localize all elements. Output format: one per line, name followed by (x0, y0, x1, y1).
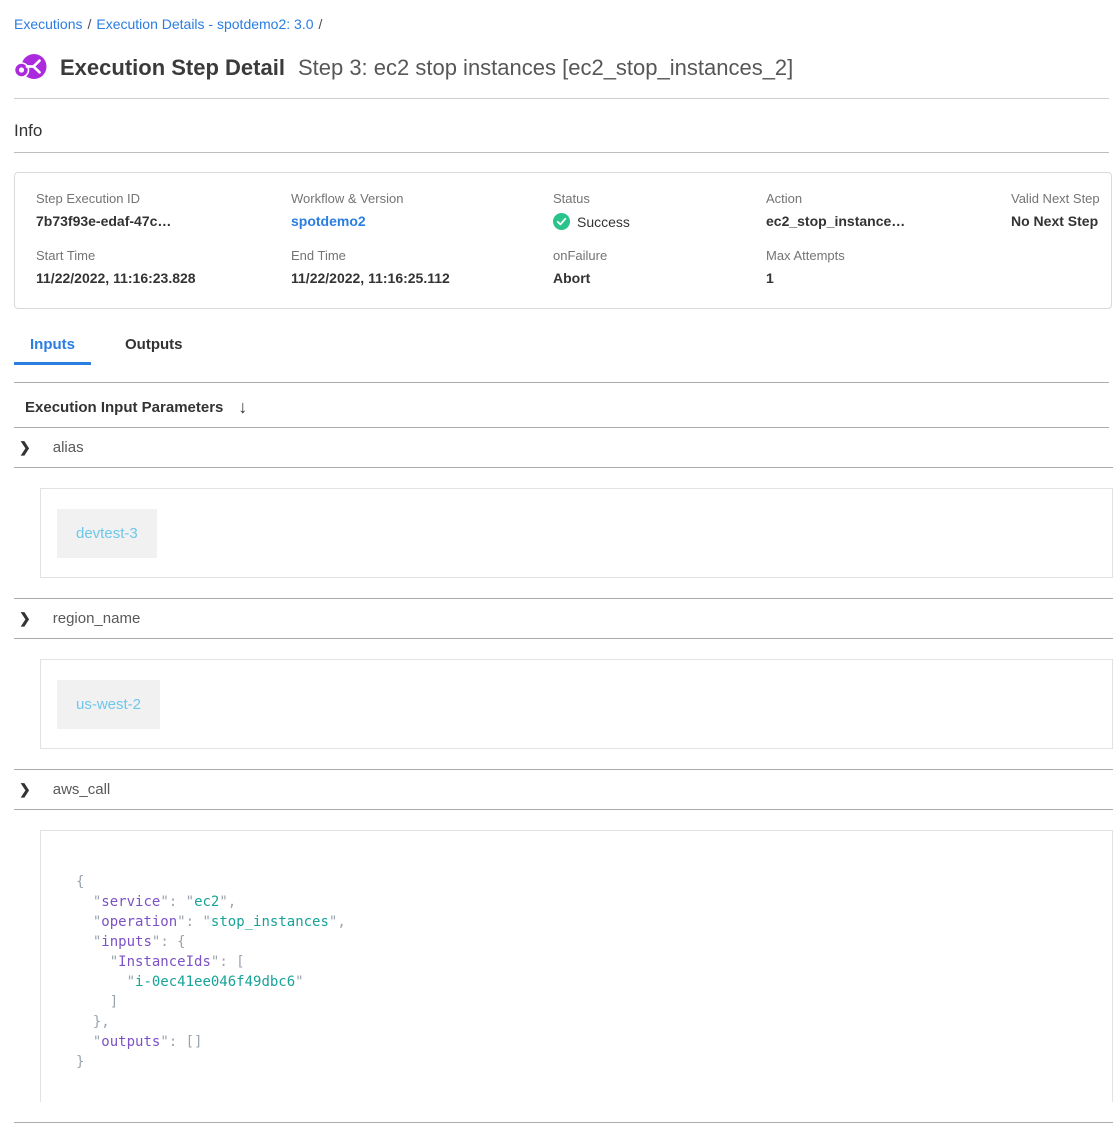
params-title: Execution Input Parameters (25, 399, 223, 416)
param-value-area: us-west-2 (14, 639, 1113, 770)
param-value-panel: devtest-3 (40, 488, 1113, 578)
breadcrumb: Executions / Execution Details - spotdemo2… (0, 0, 1113, 32)
param-name: region_name (53, 610, 141, 627)
param-value-panel: { "service": "ec2", "operation": "stop_i… (40, 830, 1113, 1102)
param-expander-region_name[interactable]: ❯ region_name (14, 599, 1113, 639)
value-chip: devtest-3 (57, 509, 157, 558)
field-value: 7b73f93e-edaf-47c… (36, 213, 291, 229)
chevron-right-icon: ❯ (19, 781, 31, 798)
value-chip: us-west-2 (57, 680, 160, 729)
workflow-step-icon (14, 52, 47, 83)
page-subtitle: Step 3: ec2 stop instances [ec2_stop_ins… (298, 55, 793, 81)
info-field: Start Time 11/22/2022, 11:16:23.828 (36, 248, 291, 286)
params-header: Execution Input Parameters ↓ (25, 398, 1109, 416)
tab-inputs[interactable]: Inputs (14, 329, 91, 365)
param-section-alias: ❯ alias devtest-3 (0, 428, 1113, 599)
chevron-right-icon: ❯ (19, 610, 31, 627)
success-check-icon (553, 213, 570, 230)
field-value: 11/22/2022, 11:16:23.828 (36, 270, 291, 286)
param-name: aws_call (53, 781, 111, 798)
param-value-area: devtest-3 (14, 468, 1113, 599)
param-name: alias (53, 439, 84, 456)
page-title: Execution Step Detail (60, 55, 285, 81)
info-field: Status Success (553, 191, 766, 230)
info-field: End Time 11/22/2022, 11:16:25.112 (291, 248, 553, 286)
info-card: Step Execution ID 7b73f93e-edaf-47c…Workf… (14, 172, 1112, 309)
field-value: spotdemo2 (291, 213, 553, 229)
param-expander-alias[interactable]: ❯ alias (14, 428, 1113, 468)
field-value: No Next Step (1011, 213, 1111, 229)
header-divider (14, 98, 1109, 99)
json-code-block: { "service": "ec2", "operation": "stop_i… (76, 872, 1112, 1072)
param-section-aws_call: ❯ aws_call { "service": "ec2", "operation"… (0, 770, 1113, 1123)
breadcrumb-separator: / (319, 16, 323, 32)
tabs-bottom-divider (14, 382, 1109, 383)
chevron-right-icon: ❯ (19, 439, 31, 456)
field-label: onFailure (553, 248, 766, 263)
field-label: Workflow & Version (291, 191, 553, 206)
info-field: Max Attempts 1 (766, 248, 1011, 286)
param-section-region_name: ❯ region_name us-west-2 (0, 599, 1113, 770)
field-label: Start Time (36, 248, 291, 263)
field-label: Valid Next Step (1011, 191, 1111, 206)
field-value: Abort (553, 270, 766, 286)
field-label: End Time (291, 248, 553, 263)
info-field: onFailure Abort (553, 248, 766, 286)
param-value-area: { "service": "ec2", "operation": "stop_i… (14, 810, 1113, 1123)
page-header: Execution Step Detail Step 3: ec2 stop i… (14, 52, 1099, 83)
field-label: Max Attempts (766, 248, 1011, 263)
field-label: Action (766, 191, 1011, 206)
tab-bar: Inputs Outputs (14, 329, 1113, 365)
workflow-link[interactable]: spotdemo2 (291, 213, 366, 229)
info-field: Action ec2_stop_instance… (766, 191, 1011, 230)
param-value-panel: us-west-2 (40, 659, 1113, 749)
param-expander-aws_call[interactable]: ❯ aws_call (14, 770, 1113, 810)
params-container: ❯ alias devtest-3 ❯ region_name us-west-2 ❯ aws… (0, 428, 1113, 1123)
info-field: Workflow & Version spotdemo2 (291, 191, 553, 230)
info-divider (14, 152, 1109, 153)
field-value: ec2_stop_instance… (766, 213, 1011, 229)
field-value: Success (553, 213, 766, 230)
breadcrumb-separator: / (87, 16, 91, 32)
status-text: Success (577, 214, 630, 230)
field-value: 11/22/2022, 11:16:25.112 (291, 270, 553, 286)
info-heading: Info (14, 121, 1099, 141)
field-label: Status (553, 191, 766, 206)
tab-outputs[interactable]: Outputs (109, 329, 199, 365)
info-field: Step Execution ID 7b73f93e-edaf-47c… (36, 191, 291, 230)
breadcrumb-link-execution-details[interactable]: Execution Details - spotdemo2: 3.0 (96, 16, 313, 32)
info-field: Valid Next Step No Next Step (1011, 191, 1111, 230)
field-value: 1 (766, 270, 1011, 286)
download-icon[interactable]: ↓ (238, 398, 247, 416)
field-label: Step Execution ID (36, 191, 291, 206)
breadcrumb-link-executions[interactable]: Executions (14, 16, 82, 32)
